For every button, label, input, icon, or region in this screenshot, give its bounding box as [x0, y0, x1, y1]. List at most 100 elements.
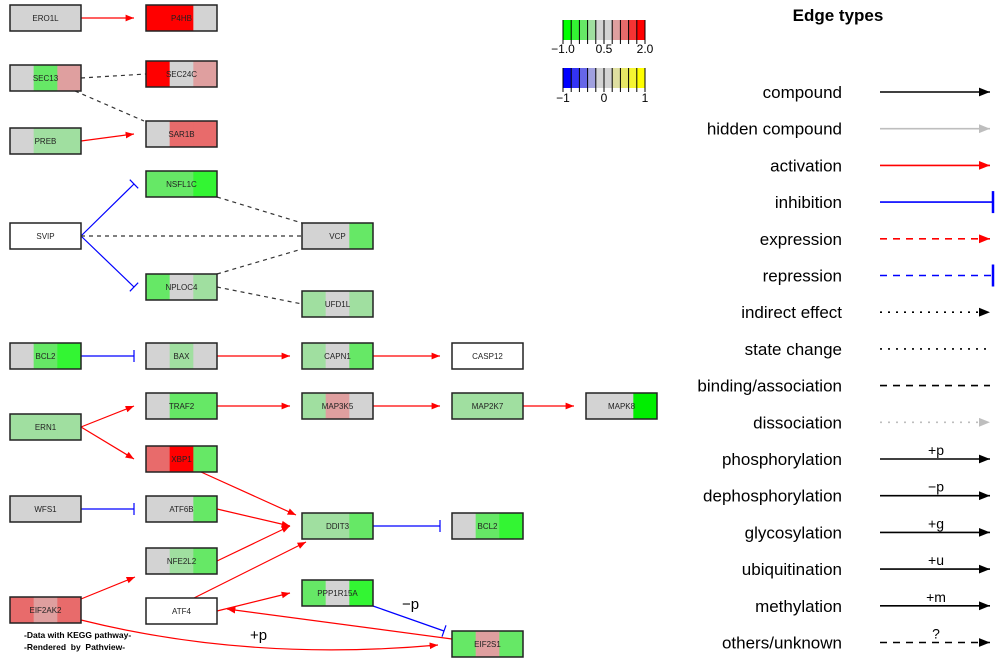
gene-node-nfe2l2[interactable]: NFE2L2 — [145, 547, 218, 575]
gene-label: PREB — [35, 137, 57, 146]
edge-binding — [216, 196, 303, 224]
expression-segment — [349, 291, 374, 317]
gene-label: ATF6B — [169, 505, 193, 514]
gene-node-map2k7[interactable]: MAP2K7 — [451, 392, 524, 420]
gene-node-bax[interactable]: BAX — [145, 342, 218, 370]
gene-label: EIF2S1 — [474, 640, 501, 649]
edge-activation — [80, 426, 135, 460]
gene-label: NSFL1C — [166, 180, 197, 189]
legend-tag: −p — [928, 479, 944, 495]
expression-segment — [302, 223, 327, 249]
legend-item-indirect-effect: indirect effect — [741, 303, 990, 322]
legend-item-phosphorylation: phosphorylation +p — [722, 442, 990, 469]
expression-segment — [193, 446, 218, 472]
gene-label: SVIP — [36, 232, 54, 241]
gene-label: TRAF2 — [169, 402, 195, 411]
color-key-swatch — [628, 20, 638, 40]
gene-node-ero1l[interactable]: ERO1L — [9, 4, 82, 32]
legend-tag: +m — [926, 589, 946, 605]
gene-node-wfs1[interactable]: WFS1 — [9, 495, 82, 523]
color-key-swatch — [595, 20, 605, 40]
legend-item-dissociation: dissociation — [753, 413, 990, 432]
expression-segment — [452, 631, 477, 657]
color-key-swatch — [563, 68, 572, 88]
expression-segment — [193, 343, 218, 369]
expression-segment — [57, 223, 82, 249]
legend-label: indirect effect — [741, 303, 842, 322]
gene-label: MAP2K7 — [472, 402, 504, 411]
gene-node-nsfl1c[interactable]: NSFL1C — [145, 170, 218, 198]
gene-node-bcl2[interactable]: BCL2 — [451, 512, 524, 540]
legend-tag: ? — [932, 626, 940, 642]
gene-node-mapk8[interactable]: MAPK8 — [585, 392, 658, 420]
expression-segment — [146, 598, 171, 624]
color-key-swatch — [636, 20, 646, 40]
gene-node-atf6b[interactable]: ATF6B — [145, 495, 218, 523]
color-key-swatch — [636, 68, 646, 88]
expression-segment — [10, 414, 35, 440]
legend-item-others-unknown: others/unknown? — [722, 626, 990, 653]
expression-segment — [193, 548, 218, 574]
legend-item-hidden-compound: hidden compound — [707, 120, 990, 139]
legend-item-compound: compound — [763, 83, 990, 102]
gene-node-map3k5[interactable]: MAP3K5 — [301, 392, 374, 420]
gene-node-bcl2[interactable]: BCL2 — [9, 342, 82, 370]
gene-node-vcp[interactable]: VCP — [301, 222, 374, 250]
color-key-label: 2.0 — [637, 42, 654, 56]
gene-label: P4HB — [171, 14, 192, 23]
legend-item-methylation: methylation +m — [755, 589, 990, 616]
gene-node-ern1[interactable]: ERN1 — [9, 413, 82, 441]
legend-item-binding-association: binding/association — [697, 377, 990, 396]
legend-label: binding/association — [697, 377, 842, 396]
color-key-swatch — [620, 68, 629, 88]
gene-node-eif2s1[interactable]: EIF2S1 — [451, 630, 524, 658]
gene-node-traf2[interactable]: TRAF2 — [145, 392, 218, 420]
legend-item-repression: repression — [763, 264, 995, 287]
gene-node-svip[interactable]: SVIP — [9, 222, 82, 250]
gene-label: SAR1B — [168, 130, 194, 139]
gene-label: PPP1R15A — [317, 589, 358, 598]
legend-label: activation — [770, 156, 842, 175]
edge-binding — [216, 248, 303, 275]
expression-segment — [57, 65, 82, 91]
expression-segment — [57, 414, 82, 440]
gene-label: NFE2L2 — [167, 557, 197, 566]
gene-node-capn1[interactable]: CAPN1 — [301, 342, 374, 370]
legend-label: expression — [760, 230, 842, 249]
expression-segment — [193, 171, 218, 197]
expression-segment — [146, 343, 171, 369]
expression-segment — [10, 5, 35, 31]
gene-node-ppp1r15a[interactable]: PPP1R15A — [301, 579, 374, 607]
expression-segment — [193, 393, 218, 419]
edge-type-legend: compound hidden compound activation inhibit… — [697, 83, 995, 653]
legend-label: phosphorylation — [722, 450, 842, 469]
legend-label: repression — [763, 267, 842, 286]
expression-segment — [146, 496, 171, 522]
gene-node-sec24c[interactable]: SEC24C — [145, 60, 218, 88]
footer-line-1: -Data with KEGG pathway- — [24, 630, 131, 640]
gene-label: ERN1 — [35, 423, 57, 432]
edge-activation — [216, 508, 291, 528]
gene-node-preb[interactable]: PREB — [9, 127, 82, 155]
edge-label-plus-p: +p — [250, 627, 267, 644]
expression-segment — [57, 5, 82, 31]
gene-node-ufd1l[interactable]: UFD1L — [301, 290, 374, 318]
expression-segment — [146, 446, 171, 472]
gene-node-xbp1[interactable]: XBP1 — [145, 445, 218, 473]
gene-label: CAPN1 — [324, 352, 351, 361]
color-key-swatch — [563, 20, 572, 40]
gene-label: SEC13 — [33, 74, 59, 83]
legend-label: inhibition — [775, 193, 842, 212]
gene-node-atf4[interactable]: ATF4 — [145, 597, 218, 625]
legend-label: hidden compound — [707, 120, 842, 139]
gene-node-p4hb[interactable]: P4HB — [145, 4, 218, 32]
gene-node-ddit3[interactable]: DDIT3 — [301, 512, 374, 540]
legend-tag: +u — [928, 552, 944, 568]
gene-label: MAPK8 — [608, 402, 636, 411]
gene-node-eif2ak2[interactable]: EIF2AK2 — [9, 596, 82, 624]
gene-node-casp12[interactable]: CASP12 — [451, 342, 524, 370]
gene-node-sar1b[interactable]: SAR1B — [145, 120, 218, 148]
gene-label: UFD1L — [325, 300, 351, 309]
gene-node-nploc4[interactable]: NPLOC4 — [145, 273, 218, 301]
gene-node-sec13[interactable]: SEC13 — [9, 64, 82, 92]
